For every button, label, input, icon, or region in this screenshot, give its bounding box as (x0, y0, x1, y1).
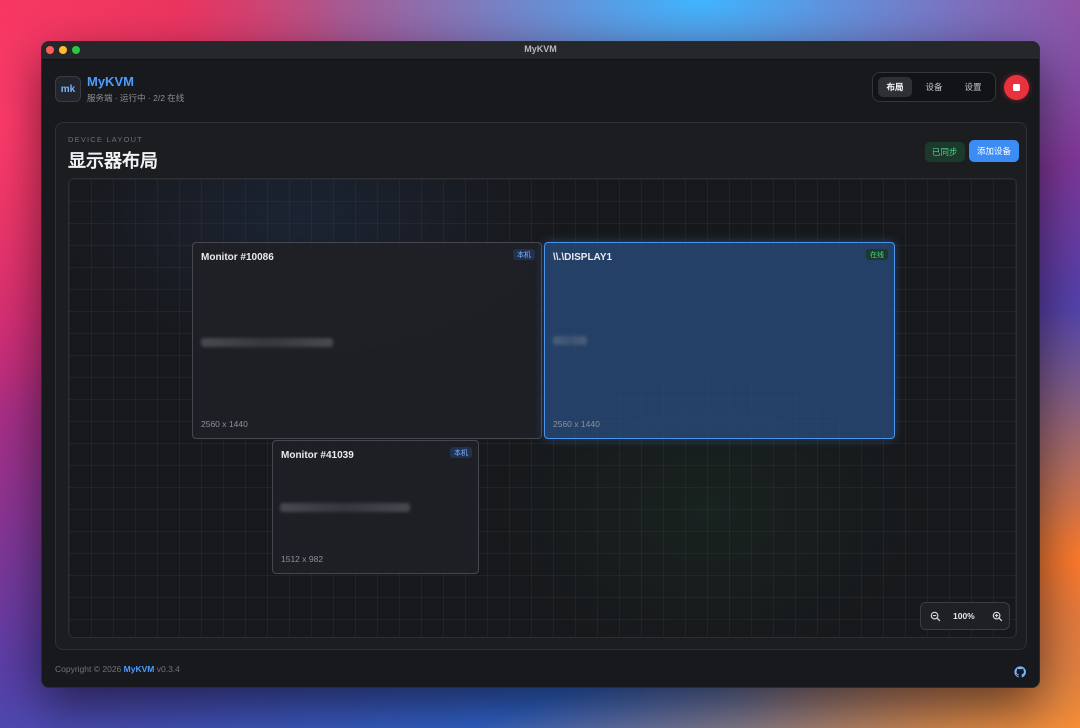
device-layout-card: DEVICE LAYOUT 显示器布局 已同步 添加设备 Monitor #10… (55, 122, 1027, 650)
redacted-info (280, 503, 410, 512)
monitor-card[interactable]: Monitor #41039 本机 1512 x 982 (272, 440, 479, 574)
zoom-level: 100% (953, 611, 975, 621)
add-device-button[interactable]: 添加设备 (969, 140, 1019, 162)
tab-layout[interactable]: 布局 (878, 77, 912, 97)
redacted-info (553, 336, 587, 345)
monitor-name: \\.\DISPLAY1 (553, 252, 613, 263)
layout-canvas[interactable]: Monitor #10086 本机 2560 x 1440 \\.\DISPLA… (68, 178, 1017, 638)
section-eyebrow: DEVICE LAYOUT (68, 135, 144, 144)
page-title: 显示器布局 (68, 151, 158, 171)
monitor-resolution: 1512 x 982 (281, 554, 324, 564)
monitor-card[interactable]: Monitor #10086 本机 2560 x 1440 (192, 242, 542, 439)
version-text: v0.3.4 (156, 664, 180, 674)
title-bar: MyKVM (42, 42, 1039, 60)
monitor-resolution: 2560 x 1440 (201, 419, 248, 429)
app-logo: mk (55, 76, 81, 102)
zoom-controls: 100% (920, 602, 1010, 630)
footer-brand-link[interactable]: MyKVM (124, 664, 155, 674)
zoom-in-icon[interactable] (991, 610, 1003, 622)
local-badge: 本机 (513, 249, 535, 260)
redacted-info (201, 338, 333, 347)
github-icon[interactable] (1014, 665, 1026, 678)
monitor-name: Monitor #10086 (201, 252, 274, 263)
local-badge: 本机 (450, 447, 472, 458)
monitor-card-selected[interactable]: \\.\DISPLAY1 在线 2560 x 1440 (544, 242, 895, 439)
window-title: MyKVM (524, 44, 557, 54)
main-tabs: 布局 设备 设置 (872, 72, 996, 102)
tab-settings[interactable]: 设置 (956, 77, 990, 97)
copyright-text: Copyright © 2026 (55, 664, 122, 674)
sync-status-badge: 已同步 (925, 142, 965, 162)
app-name: MyKVM (87, 74, 134, 89)
zoom-out-icon[interactable] (929, 610, 941, 622)
online-badge: 在线 (866, 249, 888, 260)
server-status: 服务端 · 运行中 · 2/2 在线 (87, 93, 185, 103)
monitor-resolution: 2560 x 1440 (553, 419, 600, 429)
stop-square-icon (1013, 84, 1020, 91)
tab-devices[interactable]: 设备 (917, 77, 951, 97)
app-header: mk MyKVM 服务端 · 运行中 · 2/2 在线 布局 设备 设置 (42, 59, 1039, 121)
stop-server-button[interactable] (1004, 75, 1029, 100)
monitor-name: Monitor #41039 (281, 450, 354, 461)
app-window: MyKVM mk MyKVM 服务端 · 运行中 · 2/2 在线 布局 设备 … (41, 41, 1040, 688)
footer: Copyright © 2026 MyKVM v0.3.4 (55, 664, 180, 674)
